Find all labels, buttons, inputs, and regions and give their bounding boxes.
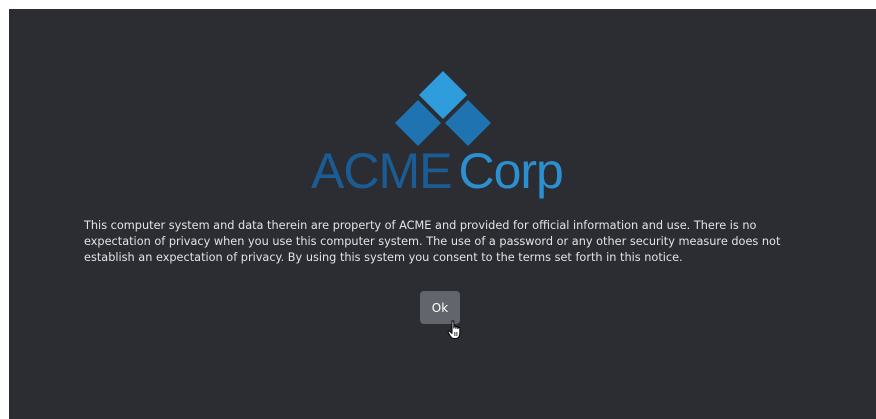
privacy-notice-text: This computer system and data therein ar… xyxy=(84,219,781,264)
company-logo: ACME Corp xyxy=(9,9,876,209)
ok-button[interactable]: Ok xyxy=(420,291,460,324)
logo-word-acme: ACME xyxy=(311,143,452,199)
logo-word-corp: Corp xyxy=(458,143,563,199)
login-banner-screen: ACME Corp This computer system and data t… xyxy=(9,9,876,419)
logo-wordmark: ACME Corp xyxy=(311,141,564,201)
